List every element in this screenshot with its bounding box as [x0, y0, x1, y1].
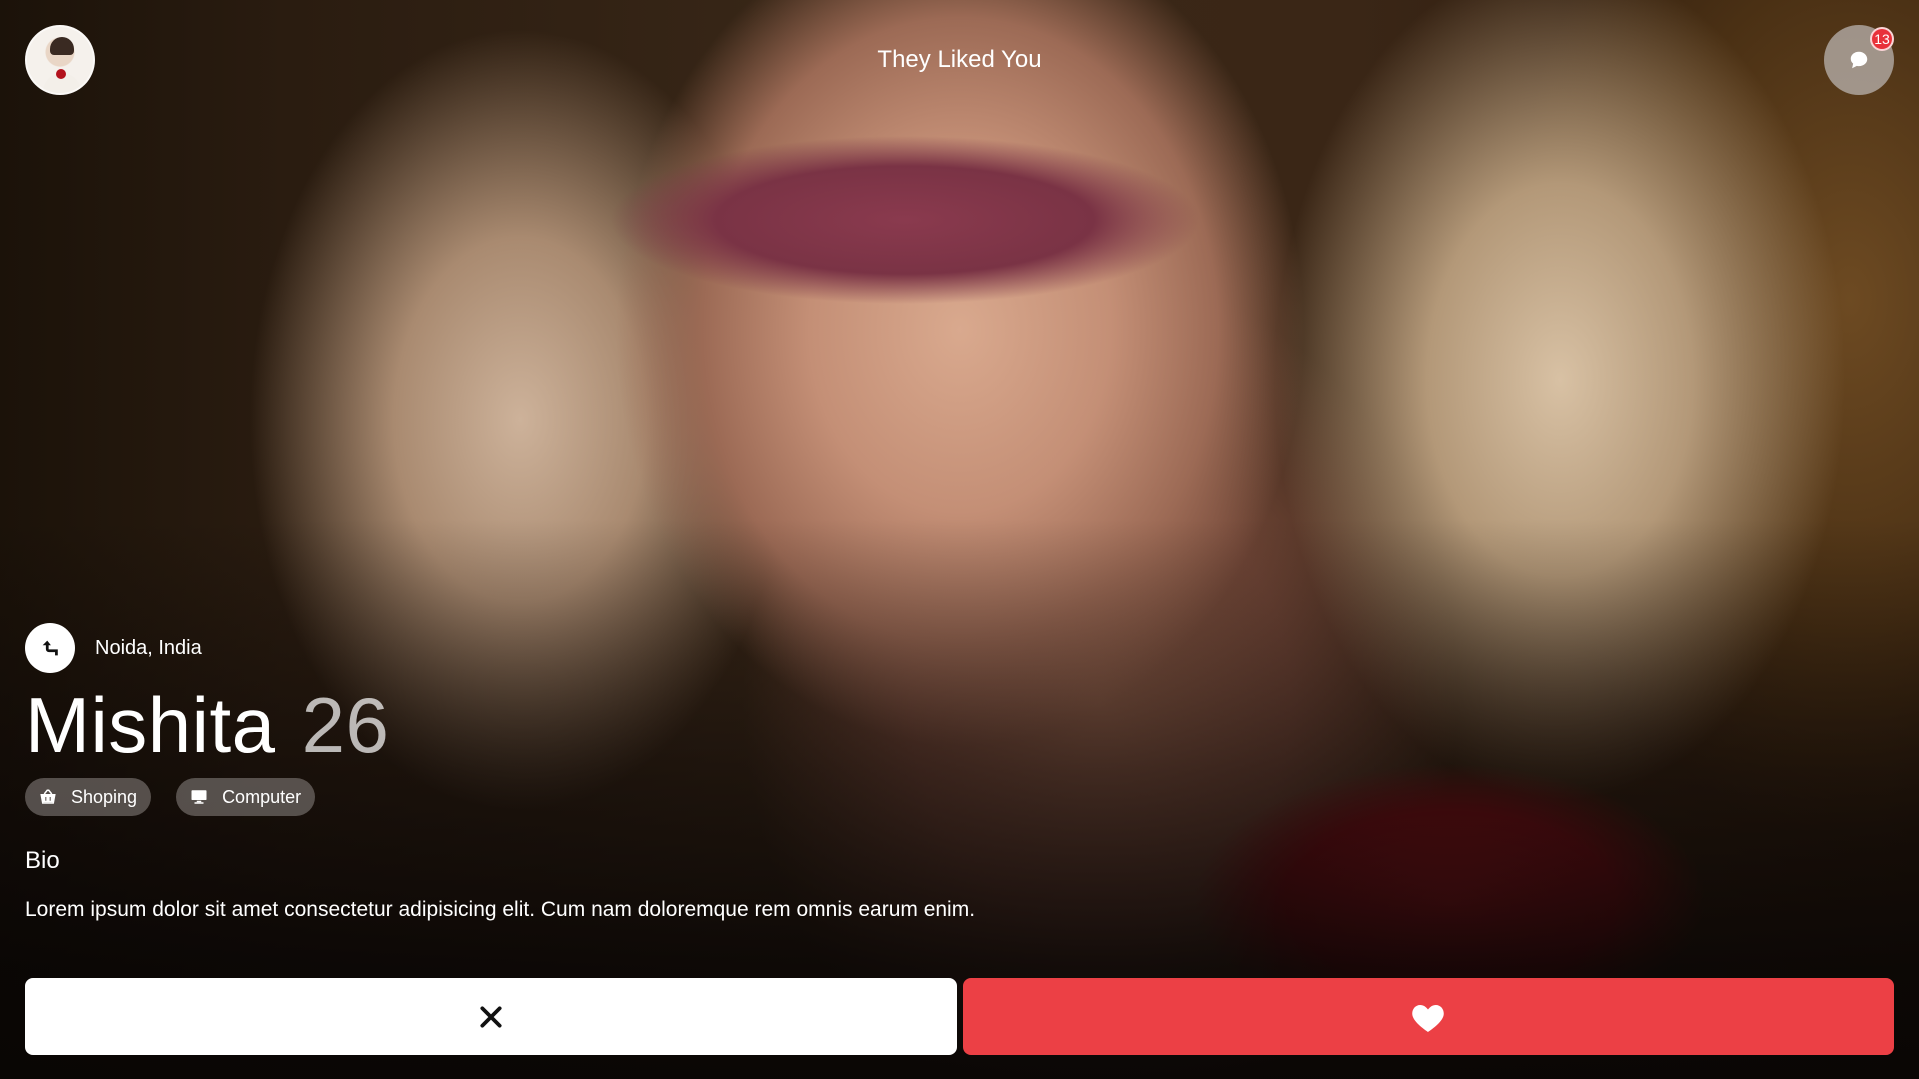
- turn-arrow-svg: [42, 640, 58, 656]
- computer-monitor-icon: [190, 788, 208, 806]
- bio-text: Lorem ipsum dolor sit amet consectetur a…: [25, 898, 976, 921]
- messages-badge: 13: [1870, 27, 1894, 51]
- interest-label: Shoping: [71, 786, 138, 807]
- profile-age: 26: [301, 681, 390, 769]
- name-age-row: Mishita 26: [25, 680, 389, 771]
- profile-name: Mishita: [25, 681, 276, 769]
- location-text: Noida, India: [95, 636, 202, 659]
- bio-heading: Bio: [25, 847, 60, 874]
- close-icon: [480, 1005, 502, 1028]
- dating-profile-screen: They Liked You 13 Noida, India Mishita 2…: [0, 0, 1919, 1079]
- location-row: Noida, India: [25, 623, 202, 673]
- page-title: They Liked You: [877, 46, 1042, 73]
- interest-label: Computer: [222, 786, 302, 807]
- shopping-basket-icon: [39, 788, 57, 806]
- chat-bubble-icon: [1850, 51, 1868, 69]
- navigation-arrow-icon[interactable]: [25, 623, 75, 673]
- interest-tag-shopping[interactable]: Shoping: [25, 778, 152, 816]
- heart-icon: [1412, 1004, 1445, 1032]
- interest-tag-computer[interactable]: Computer: [176, 778, 316, 816]
- like-button[interactable]: [962, 978, 1894, 1055]
- action-bar: [25, 978, 1894, 1055]
- reject-button[interactable]: [25, 978, 957, 1055]
- interest-tags: Shoping Computer: [25, 778, 316, 816]
- messages-button[interactable]: 13: [1824, 25, 1894, 95]
